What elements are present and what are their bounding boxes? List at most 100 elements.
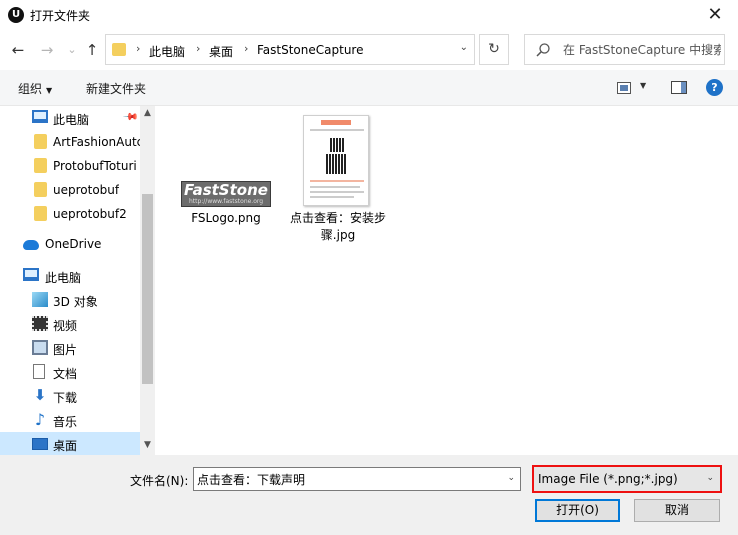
- sidebar-item-label: ueprotobuf2: [53, 207, 127, 221]
- video-icon: [32, 316, 48, 331]
- thumbnail-text-line: [310, 180, 364, 182]
- command-toolbar: 组织 ▼ 新建文件夹 ▼ ?: [0, 70, 738, 106]
- preview-pane-icon[interactable]: [671, 81, 687, 94]
- window-title: 打开文件夹: [30, 9, 91, 23]
- help-icon[interactable]: ?: [706, 79, 723, 96]
- sidebar-item-downloads[interactable]: ⬇ 下载: [0, 384, 140, 408]
- 3d-objects-icon: [32, 292, 48, 307]
- open-button[interactable]: 打开(O): [535, 499, 620, 522]
- change-view-icon[interactable]: [617, 82, 631, 94]
- chevron-down-icon: ⌄: [706, 473, 714, 483]
- view-options-arrow[interactable]: ▼: [640, 81, 646, 90]
- desktop-icon: [32, 438, 48, 450]
- title-bar: U 打开文件夹 ✕: [0, 0, 738, 30]
- sidebar-item-label: ProtobufToturi: [53, 159, 137, 173]
- sidebar-item-label: 音乐: [53, 415, 78, 429]
- sidebar-item-protobuftoturi[interactable]: ProtobufToturi: [0, 154, 140, 178]
- file-name: 点击查看：安装步骤.jpg: [289, 211, 386, 242]
- sidebar-item-label: ueprotobuf: [53, 183, 120, 197]
- refresh-button[interactable]: ↻: [479, 34, 509, 65]
- breadcrumb-desktop[interactable]: 桌面: [209, 43, 233, 60]
- scroll-up-arrow[interactable]: ▲: [140, 108, 155, 118]
- file-item-install-steps[interactable]: 点击查看：安装步骤.jpg: [289, 210, 387, 244]
- chevron-down-icon: ▼: [46, 86, 53, 95]
- filename-combobox[interactable]: ⌄: [193, 467, 521, 491]
- close-button[interactable]: ✕: [692, 0, 738, 30]
- sidebar-item-this-pc-pinned[interactable]: 此电脑 📌: [0, 106, 140, 130]
- breadcrumb-separator[interactable]: ›: [196, 42, 200, 55]
- up-button[interactable]: ↑: [83, 40, 101, 60]
- filename-label: 文件名(N):: [130, 474, 189, 488]
- dialog-footer: 文件名(N): ⌄ Image File (*.png;*.jpg) ⌄ 打开(…: [0, 455, 738, 535]
- breadcrumb-faststonecapture[interactable]: FastStoneCapture: [257, 43, 363, 57]
- sidebar-item-label: OneDrive: [45, 237, 102, 251]
- file-name: FSLogo.png: [191, 211, 261, 225]
- download-icon: ⬇: [33, 386, 47, 404]
- documents-icon: [33, 364, 45, 379]
- breadcrumb-this-pc[interactable]: 此电脑: [149, 43, 185, 60]
- address-dropdown-icon[interactable]: ⌄: [460, 42, 468, 53]
- thumbnail-text-line: [310, 186, 360, 188]
- unreal-app-icon: U: [8, 7, 24, 23]
- scroll-down-arrow[interactable]: ▼: [140, 440, 155, 450]
- sidebar-item-label: 视频: [53, 319, 78, 333]
- navigation-bar: ← → ⌄ ↑ › 此电脑 › 桌面 › FastStoneCapture ⌄ …: [0, 30, 738, 70]
- back-button[interactable]: ←: [9, 40, 27, 60]
- sidebar-item-3d-objects[interactable]: 3D 对象: [0, 288, 140, 312]
- sidebar-item-music[interactable]: ♪ 音乐: [0, 408, 140, 432]
- thumbnail-text-line: [310, 191, 364, 193]
- sidebar-item-artfashionautc[interactable]: ArtFashionAutc: [0, 130, 140, 154]
- breadcrumb-separator[interactable]: ›: [244, 42, 248, 55]
- file-type-value: Image File (*.png;*.jpg): [538, 472, 678, 486]
- sidebar-item-ueprotobuf[interactable]: ueprotobuf: [0, 178, 140, 202]
- organize-label: 组织: [18, 82, 43, 96]
- onedrive-icon: [23, 240, 39, 250]
- sidebar-scrollbar[interactable]: ▲ ▼: [140, 106, 155, 455]
- sidebar-item-label: 下载: [53, 391, 78, 405]
- recent-locations-button[interactable]: ⌄: [63, 40, 81, 60]
- install-steps-thumbnail[interactable]: [303, 115, 369, 206]
- sidebar-item-desktop[interactable]: 桌面: [0, 432, 140, 455]
- computer-icon: [23, 268, 39, 281]
- computer-icon: [32, 110, 48, 123]
- address-bar[interactable]: › 此电脑 › 桌面 › FastStoneCapture ⌄: [105, 34, 475, 65]
- sidebar-item-label: 图片: [53, 343, 78, 357]
- pin-icon: 📌: [121, 109, 139, 126]
- pictures-icon: [32, 340, 48, 355]
- search-icon: [536, 43, 550, 57]
- thumbnail-text-line: [310, 129, 364, 131]
- sidebar-item-label: 3D 对象: [53, 295, 98, 309]
- thumbnail-header-band: [321, 120, 351, 125]
- filename-input[interactable]: [194, 468, 499, 490]
- sidebar-item-documents[interactable]: 文档: [0, 360, 140, 384]
- sidebar-item-label: ArtFashionAutc: [53, 135, 140, 149]
- sidebar-item-this-pc[interactable]: 此电脑: [0, 264, 140, 288]
- scrollbar-thumb[interactable]: [142, 194, 153, 384]
- qr-code-icon: [326, 154, 346, 174]
- logo-text: FastStone: [184, 181, 268, 199]
- sidebar-item-pictures[interactable]: 图片: [0, 336, 140, 360]
- new-folder-button[interactable]: 新建文件夹: [86, 80, 146, 97]
- sidebar-item-label: 此电脑: [45, 271, 82, 285]
- folder-icon: [34, 134, 47, 149]
- search-box[interactable]: [524, 34, 725, 65]
- faststone-logo-thumbnail: FastStone http://www.faststone.org: [181, 181, 271, 207]
- file-type-select[interactable]: Image File (*.png;*.jpg) ⌄: [532, 465, 722, 493]
- cancel-button[interactable]: 取消: [634, 499, 720, 522]
- folder-icon: [34, 158, 47, 173]
- folder-icon: [34, 182, 47, 197]
- search-input[interactable]: [563, 35, 721, 64]
- forward-button[interactable]: →: [38, 40, 56, 60]
- logo-subtext: http://www.faststone.org: [188, 198, 264, 205]
- music-icon: ♪: [34, 410, 46, 429]
- sidebar-item-videos[interactable]: 视频: [0, 312, 140, 336]
- chevron-down-icon[interactable]: ⌄: [507, 473, 515, 483]
- file-item-fslogo[interactable]: FastStone http://www.faststone.org FSLog…: [177, 115, 275, 235]
- folder-icon: [34, 206, 47, 221]
- sidebar-item-ueprotobuf2[interactable]: ueprotobuf2: [0, 202, 140, 226]
- sidebar-item-onedrive[interactable]: OneDrive: [0, 232, 140, 256]
- navigation-pane: 此电脑 📌 ArtFashionAutc ProtobufToturi uepr…: [0, 106, 155, 455]
- breadcrumb-separator[interactable]: ›: [136, 42, 140, 55]
- folder-icon: [112, 43, 126, 56]
- organize-button[interactable]: 组织 ▼: [18, 80, 52, 97]
